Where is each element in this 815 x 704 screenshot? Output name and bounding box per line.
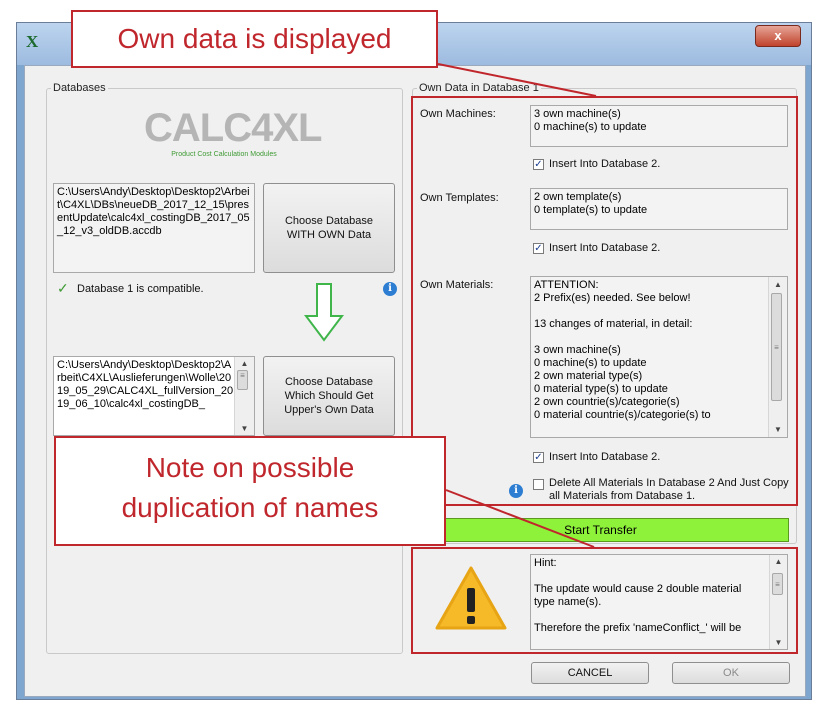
annotation-duplication-note: Note on possible duplication of names — [54, 436, 446, 546]
annotation-connector-lines — [437, 63, 597, 548]
annotation-line-1: Note on possible — [145, 452, 355, 483]
annotation-line-2: duplication of names — [121, 492, 379, 523]
annotation-own-data-displayed: Own data is displayed — [71, 10, 438, 68]
